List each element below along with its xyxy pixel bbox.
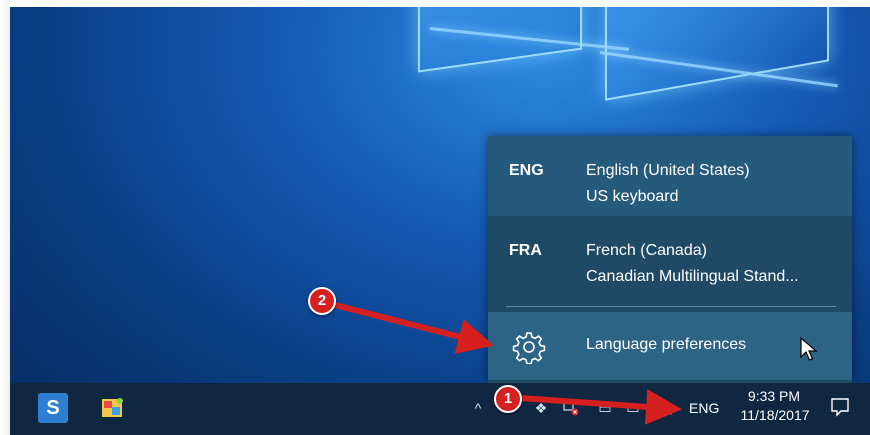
keyboard-layout: Canadian Multilingual Stand...: [586, 268, 799, 285]
battery-icon[interactable]: ▭: [597, 400, 613, 416]
annotation-badge-1: 1: [494, 385, 522, 413]
language-name: French (Canada): [586, 242, 707, 259]
volume-icon[interactable]: ◁: [658, 400, 674, 416]
network-error-graphic: [563, 402, 579, 416]
taskbar: S ^ ◔ ❖ ▭ ▭ ◁ ENG 9:33 PM 11/18/2017: [10, 383, 870, 435]
annotation-badge-2: 2: [308, 287, 336, 315]
keyboard-layout: US keyboard: [586, 188, 679, 205]
dropbox-icon[interactable]: ❖: [533, 400, 549, 416]
snagit-icon[interactable]: S: [38, 393, 68, 423]
input-language-indicator[interactable]: ENG: [689, 400, 719, 416]
network-error-icon[interactable]: [563, 400, 579, 416]
action-center-icon[interactable]: [830, 397, 850, 417]
language-item-fra[interactable]: FRA French (Canada) Canadian Multilingua…: [488, 216, 852, 296]
language-preferences-link[interactable]: Language preferences: [488, 312, 852, 380]
language-code: ENG: [509, 162, 544, 179]
flyout-divider: [506, 306, 836, 307]
screen-edge: [0, 0, 10, 435]
language-flyout: ENG English (United States) US keyboard …: [488, 136, 852, 383]
language-preferences-label: Language preferences: [586, 336, 747, 353]
gear-icon: [512, 332, 546, 364]
chevron-up-icon[interactable]: ^: [470, 400, 486, 416]
paint-app-icon[interactable]: [98, 393, 128, 423]
mouse-cursor-icon: [800, 337, 818, 361]
display-icon[interactable]: ▭: [625, 400, 641, 416]
paint-app-graphic: [102, 398, 123, 417]
language-code: FRA: [509, 242, 542, 259]
windows-logo-pane: [605, 7, 829, 101]
clock-date[interactable]: 11/18/2017: [734, 407, 816, 423]
language-item-eng[interactable]: ENG English (United States) US keyboard: [488, 136, 852, 216]
language-name: English (United States): [586, 162, 750, 179]
clock-time[interactable]: 9:33 PM: [747, 388, 801, 404]
